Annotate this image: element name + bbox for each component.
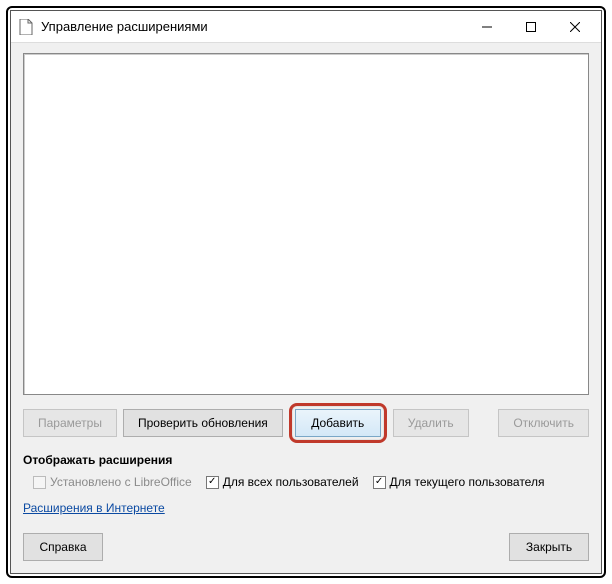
disable-button: Отключить <box>498 409 589 437</box>
current-user-checkbox[interactable]: Для текущего пользователя <box>373 475 545 489</box>
close-dialog-button[interactable]: Закрыть <box>509 533 589 561</box>
checkbox-icon <box>33 476 46 489</box>
content-area: Параметры Проверить обновления Добавить … <box>11 43 601 573</box>
help-button[interactable]: Справка <box>23 533 103 561</box>
extensions-online-link[interactable]: Расширения в Интернете <box>23 501 589 515</box>
titlebar: Управление расширениями <box>11 11 601 43</box>
extensions-list[interactable] <box>23 53 589 395</box>
checkbox-icon <box>206 476 219 489</box>
checkbox-icon <box>373 476 386 489</box>
check-updates-button[interactable]: Проверить обновления <box>123 409 283 437</box>
bundled-checkbox: Установлено с LibreOffice <box>33 475 192 489</box>
options-button: Параметры <box>23 409 117 437</box>
document-icon <box>19 19 33 35</box>
all-users-checkbox[interactable]: Для всех пользователей <box>206 475 359 489</box>
extension-manager-window: Управление расширениями Параметры Провер… <box>10 10 602 574</box>
add-button-highlight: Добавить <box>289 403 387 443</box>
window-title: Управление расширениями <box>41 19 208 34</box>
current-user-checkbox-label: Для текущего пользователя <box>390 475 545 489</box>
all-users-checkbox-label: Для всех пользователей <box>223 475 359 489</box>
action-buttons-row: Параметры Проверить обновления Добавить … <box>23 403 589 443</box>
close-button[interactable] <box>553 12 597 42</box>
display-extensions-label: Отображать расширения <box>23 453 589 467</box>
add-button[interactable]: Добавить <box>295 409 381 437</box>
bottom-buttons-row: Справка Закрыть <box>23 523 589 561</box>
maximize-button[interactable] <box>509 12 553 42</box>
bundled-checkbox-label: Установлено с LibreOffice <box>50 475 192 489</box>
minimize-button[interactable] <box>465 12 509 42</box>
remove-button: Удалить <box>393 409 469 437</box>
filter-checkbox-row: Установлено с LibreOffice Для всех польз… <box>23 475 589 489</box>
screenshot-frame: Управление расширениями Параметры Провер… <box>6 6 606 578</box>
